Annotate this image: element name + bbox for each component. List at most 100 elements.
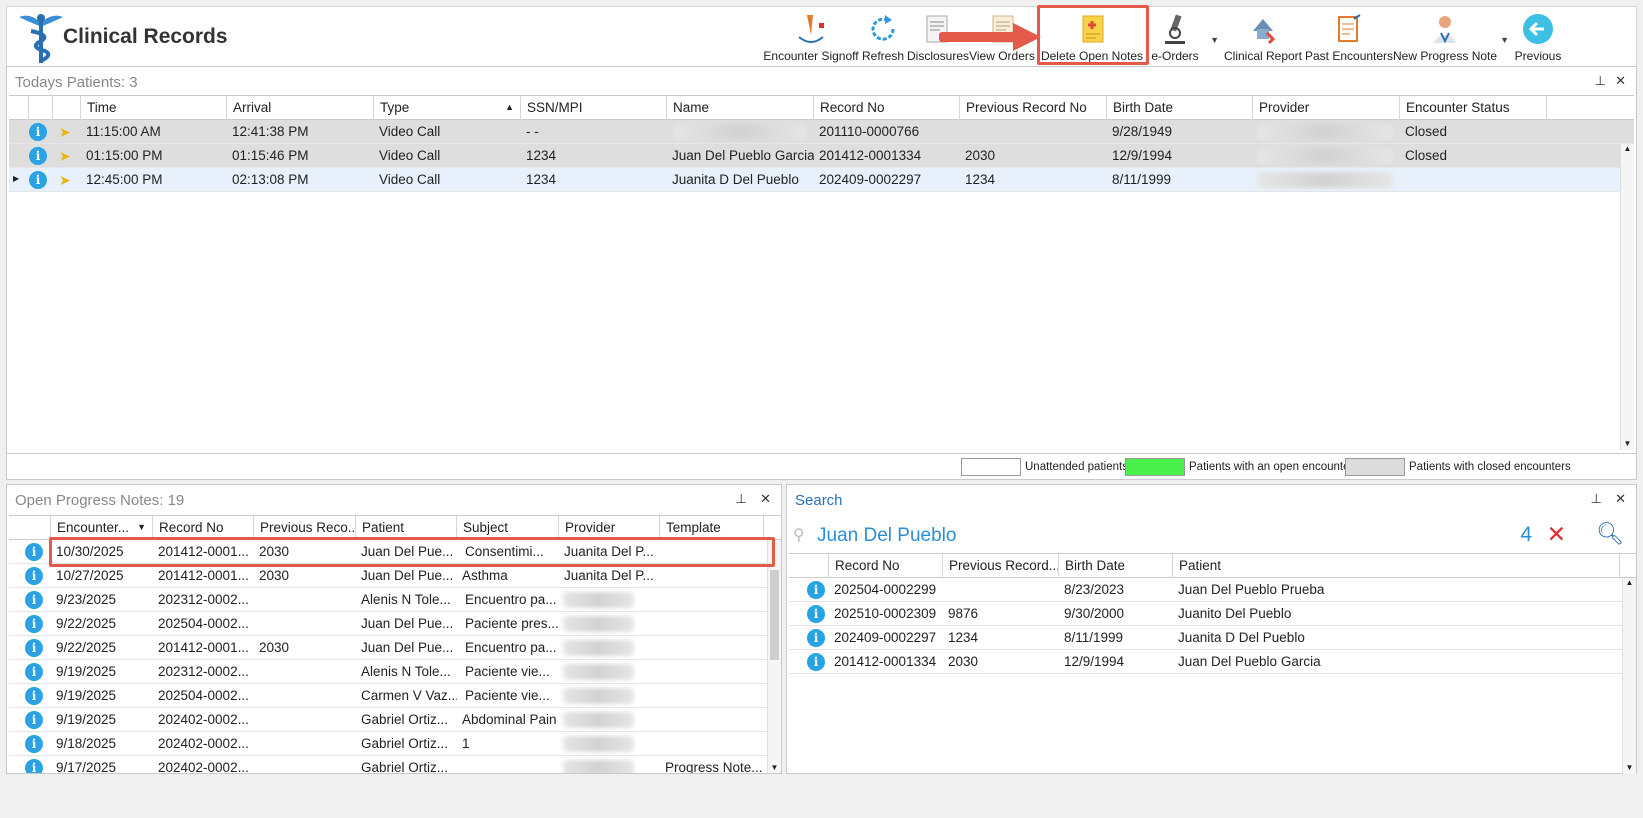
past-encounters-icon xyxy=(1338,14,1361,42)
col-time[interactable]: Time xyxy=(81,96,227,120)
table-row[interactable]: i 10/27/2025 201412-0001... 2030 Juan Del Pu… xyxy=(9,564,781,588)
table-row[interactable]: i 9/19/2025 202402-0002... Gabriel Ortiz...… xyxy=(9,708,781,732)
col-record-no[interactable]: Record No xyxy=(829,554,943,578)
scroll-down-icon[interactable]: ▼ xyxy=(1621,439,1634,448)
info-icon[interactable]: i xyxy=(29,147,47,165)
row-indicator-icon: ▶ xyxy=(13,174,20,183)
info-icon[interactable]: i xyxy=(29,171,47,189)
info-icon[interactable]: i xyxy=(25,567,43,585)
info-icon[interactable]: i xyxy=(807,581,825,599)
back-arrow-icon xyxy=(1523,14,1553,44)
scroll-down-icon[interactable]: ▼ xyxy=(1623,763,1636,772)
app-title: Clinical Records xyxy=(63,25,228,48)
table-row[interactable]: i 9/17/2025 202402-0002... Gabriel Ortiz...… xyxy=(9,756,781,773)
first-note-highlight xyxy=(49,537,775,567)
table-row[interactable]: i 202409-0002297 1234 8/11/1999 Juanita D De… xyxy=(789,626,1636,650)
app-header: Clinical Records Encounter Signoff Refre… xyxy=(6,5,1637,69)
scroll-up-icon[interactable]: ▲ xyxy=(1623,578,1636,587)
open-notes-title: Open Progress Notes: 19 xyxy=(15,492,185,509)
col-name[interactable]: Name xyxy=(667,96,814,120)
table-row[interactable]: i 9/22/2025 202504-0002... Juan Del Pue... P… xyxy=(9,612,781,636)
open-notes-count: 19 xyxy=(167,492,185,509)
table-row[interactable]: i 9/23/2025 202312-0002... Alenis N Tole...… xyxy=(9,588,781,612)
info-icon[interactable]: i xyxy=(25,735,43,753)
col-encounter-status[interactable]: Encounter Status xyxy=(1400,96,1547,120)
col-previous-record[interactable]: Previous Record... xyxy=(943,554,1059,578)
pin-icon[interactable]: ⊥ xyxy=(736,491,747,507)
info-icon[interactable]: i xyxy=(25,543,43,561)
encounter-signoff-button[interactable]: Encounter Signoff xyxy=(763,7,859,69)
info-icon[interactable]: i xyxy=(807,629,825,647)
table-row[interactable]: i ➤ 01:15:00 PM 01:15:46 PM Video Call 1… xyxy=(9,144,1634,168)
caduceus-logo-icon xyxy=(19,14,63,63)
signoff-icon xyxy=(798,15,824,43)
col-ssn[interactable]: SSN/MPI xyxy=(521,96,667,120)
scroll-thumb[interactable] xyxy=(770,570,779,660)
vertical-scrollbar[interactable]: ▲ ▼ xyxy=(1620,144,1634,450)
info-icon[interactable]: i xyxy=(29,123,47,141)
info-icon[interactable]: i xyxy=(25,711,43,729)
info-icon[interactable]: i xyxy=(25,615,43,633)
table-row[interactable]: i 9/19/2025 202504-0002... Carmen V Vaz... P… xyxy=(9,684,781,708)
close-icon[interactable]: ✕ xyxy=(760,491,771,507)
vertical-scrollbar[interactable]: ▼ xyxy=(767,540,781,773)
sort-asc-icon: ▲ xyxy=(505,102,514,112)
info-icon[interactable]: i xyxy=(25,759,43,773)
microscope-icon xyxy=(1165,14,1185,44)
pin-icon[interactable]: ⊥ xyxy=(1595,73,1606,89)
col-previous-record-no[interactable]: Previous Record No xyxy=(960,96,1107,120)
clear-search-icon[interactable]: ✕ xyxy=(1547,521,1566,548)
close-icon[interactable]: ✕ xyxy=(1615,73,1626,89)
legend-swatch-closed xyxy=(1345,458,1405,476)
pin-icon[interactable]: ⊥ xyxy=(1591,491,1602,507)
vertical-scrollbar[interactable]: ▲ ▼ xyxy=(1622,578,1636,774)
e-orders-button[interactable]: e-Orders ▼ xyxy=(1147,7,1219,69)
col-provider[interactable]: Provider xyxy=(1253,96,1400,120)
todays-patients-panel: Todays Patients: 3 ⊥ ✕ Time Arrival Type… xyxy=(6,66,1637,480)
info-icon[interactable]: i xyxy=(807,605,825,623)
table-row[interactable]: i 201412-0001334 2030 12/9/1994 Juan Del Pue… xyxy=(789,650,1636,674)
col-record-no[interactable]: Record No xyxy=(814,96,960,120)
table-row[interactable]: i 9/19/2025 202312-0002... Alenis N Tole...… xyxy=(9,660,781,684)
table-row[interactable]: i 202504-0002299 8/23/2023 Juan Del Pueblo … xyxy=(789,578,1636,602)
col-birth-date[interactable]: Birth Date xyxy=(1107,96,1253,120)
search-result-count: 4 xyxy=(1520,523,1532,546)
col-type[interactable]: Type ▲ xyxy=(374,96,521,120)
red-arrow-icon xyxy=(939,23,1041,51)
scroll-up-icon[interactable]: ▲ xyxy=(1621,144,1634,153)
table-row[interactable]: i 9/18/2025 202402-0002... Gabriel Ortiz...… xyxy=(9,732,781,756)
col-birth-date[interactable]: Birth Date xyxy=(1059,554,1173,578)
new-progress-note-button[interactable]: New Progress Note ▼ xyxy=(1393,7,1509,69)
redacted-name xyxy=(673,124,807,140)
table-row[interactable]: ▶ i ➤ 12:45:00 PM 02:13:08 PM Video Call… xyxy=(9,168,1634,192)
table-row[interactable]: i 202510-0002309 9876 9/30/2000 Juanito Del … xyxy=(789,602,1636,626)
table-row[interactable]: i ➤ 11:15:00 AM 12:41:38 PM Video Call -… xyxy=(9,120,1634,144)
legend-bar: Unattended patients Patients with an ope… xyxy=(7,453,1636,479)
redacted-provider xyxy=(563,640,634,656)
e-orders-dropdown-icon[interactable]: ▼ xyxy=(1210,35,1219,45)
grid-header: Record No Previous Record... Birth Date … xyxy=(789,554,1636,578)
table-row[interactable]: i 9/22/2025 201412-0001... 2030 Juan Del Pue… xyxy=(9,636,781,660)
col-arrival[interactable]: Arrival xyxy=(227,96,374,120)
search-button-icon[interactable]: 🔍︎ xyxy=(1596,521,1624,547)
info-icon[interactable]: i xyxy=(25,687,43,705)
clinical-report-icon xyxy=(1253,19,1276,45)
info-icon[interactable]: i xyxy=(25,591,43,609)
todays-patients-count: 3 xyxy=(129,74,138,91)
video-call-icon: ➤ xyxy=(59,148,71,164)
col-patient[interactable]: Patient xyxy=(1173,554,1620,578)
info-icon[interactable]: i xyxy=(25,639,43,657)
clinical-report-button[interactable]: Clinical Report xyxy=(1223,7,1303,69)
info-icon[interactable]: i xyxy=(807,653,825,671)
info-icon[interactable]: i xyxy=(25,663,43,681)
past-encounters-button[interactable]: Past Encounters xyxy=(1305,7,1393,69)
video-call-icon: ➤ xyxy=(59,124,71,140)
close-icon[interactable]: ✕ xyxy=(1615,491,1626,507)
search-query[interactable]: Juan Del Pueblo xyxy=(817,525,956,547)
refresh-button[interactable]: Refresh xyxy=(861,7,905,69)
previous-button[interactable]: Previous xyxy=(1507,7,1569,69)
scroll-down-icon[interactable]: ▼ xyxy=(768,763,781,772)
search-panel: Search ⊥ ✕ ⚲ Juan Del Pueblo 4 ✕ 🔍︎ Reco… xyxy=(786,484,1637,774)
sort-desc-icon: ▼ xyxy=(137,522,146,532)
todays-patients-grid: Time Arrival Type ▲ SSN/MPI Name Record N… xyxy=(9,95,1634,451)
